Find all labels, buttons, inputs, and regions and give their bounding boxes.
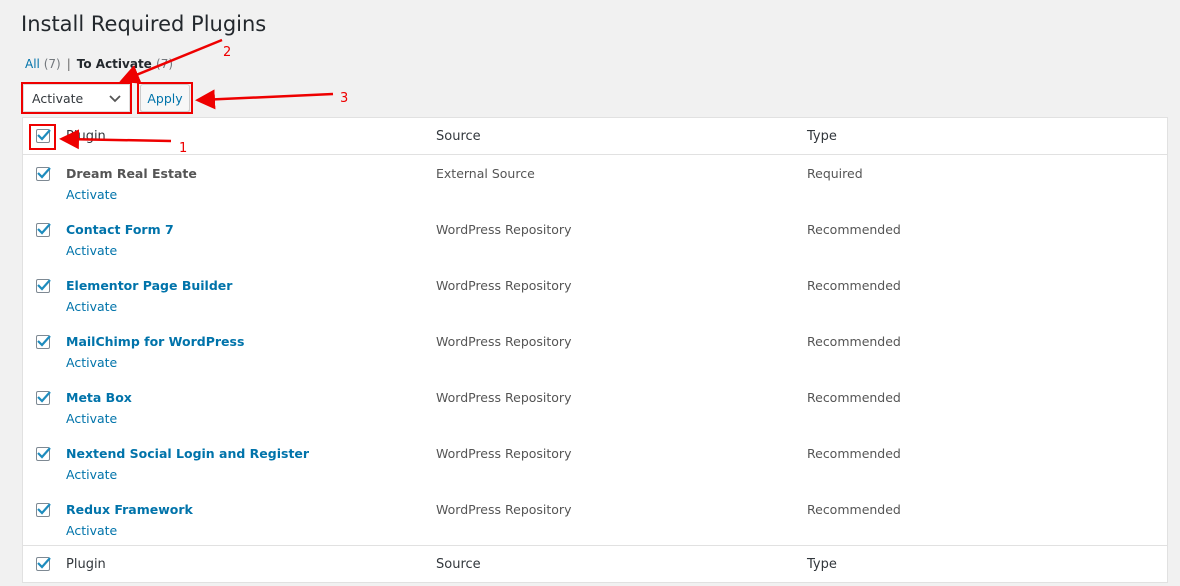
arrow-step-3 <box>195 89 334 110</box>
row-checkbox[interactable] <box>36 279 51 293</box>
highlight-box-bulk-select <box>21 82 132 114</box>
filter-all-label: All <box>25 57 40 71</box>
plugin-name: Dream Real Estate <box>66 166 197 181</box>
plugin-source: WordPress Repository <box>436 446 572 461</box>
table-header-row: Plugin Source Type <box>23 118 1167 155</box>
page-title: Install Required Plugins <box>21 12 267 36</box>
plugins-table: Plugin Source Type Dream Real Estate Acti… <box>22 117 1168 583</box>
plugin-source: WordPress Repository <box>436 390 572 405</box>
column-header-type[interactable]: Type <box>807 129 837 144</box>
plugin-name[interactable]: Elementor Page Builder <box>66 278 232 293</box>
table-row: Meta Box Activate WordPress Repository Reco… <box>23 379 1167 435</box>
column-footer-plugin[interactable]: Plugin <box>66 557 106 572</box>
checkmark-icon <box>37 503 51 515</box>
filter-to-activate-count: (7) <box>156 57 174 71</box>
annotation-step-3: 3 <box>340 91 349 106</box>
activate-link[interactable]: Activate <box>66 187 117 202</box>
plugin-source: WordPress Repository <box>436 334 572 349</box>
filter-separator: | <box>66 57 71 71</box>
row-checkbox[interactable] <box>36 335 51 349</box>
plugin-source: WordPress Repository <box>436 278 572 293</box>
plugin-source: WordPress Repository <box>436 222 572 237</box>
activate-link[interactable]: Activate <box>66 243 117 258</box>
checkmark-icon <box>37 557 51 569</box>
plugin-type: Recommended <box>807 222 901 237</box>
row-checkbox[interactable] <box>36 391 51 405</box>
table-row: Redux Framework Activate WordPress Reposit… <box>23 491 1167 547</box>
row-checkbox[interactable] <box>36 447 51 461</box>
filter-all-count: (7) <box>43 57 61 71</box>
table-footer-row: Plugin Source Type <box>23 545 1167 582</box>
plugin-type: Required <box>807 166 863 181</box>
table-row: Dream Real Estate Activate External Source… <box>23 155 1167 211</box>
plugin-name[interactable]: Meta Box <box>66 390 132 405</box>
plugin-type: Recommended <box>807 334 901 349</box>
column-header-plugin[interactable]: Plugin <box>66 129 106 144</box>
column-header-source[interactable]: Source <box>436 129 481 144</box>
activate-link[interactable]: Activate <box>66 467 117 482</box>
activate-link[interactable]: Activate <box>66 411 117 426</box>
plugin-name[interactable]: Nextend Social Login and Register <box>66 446 309 461</box>
activate-link[interactable]: Activate <box>66 523 117 538</box>
table-row: Contact Form 7 Activate WordPress Reposito… <box>23 211 1167 267</box>
row-checkbox[interactable] <box>36 223 51 237</box>
filter-to-activate[interactable]: To Activate (7) <box>77 57 173 71</box>
checkmark-icon <box>37 447 51 459</box>
filter-all-link[interactable]: All (7) <box>25 57 61 71</box>
filter-to-activate-label: To Activate <box>76 57 152 71</box>
plugin-name[interactable]: Contact Form 7 <box>66 222 174 237</box>
plugin-type: Recommended <box>807 502 901 517</box>
table-row: MailChimp for WordPress Activate WordPress… <box>23 323 1167 379</box>
highlight-box-apply <box>137 82 193 114</box>
checkmark-icon <box>37 391 51 403</box>
row-checkbox[interactable] <box>36 503 51 517</box>
activate-link[interactable]: Activate <box>66 299 117 314</box>
table-row: Nextend Social Login and Register Activat… <box>23 435 1167 491</box>
plugin-source: External Source <box>436 166 535 181</box>
plugin-name[interactable]: Redux Framework <box>66 502 193 517</box>
plugin-type: Recommended <box>807 278 901 293</box>
checkmark-icon <box>37 335 51 347</box>
row-checkbox[interactable] <box>36 167 51 181</box>
plugin-type: Recommended <box>807 446 901 461</box>
annotation-step-1: 1 <box>179 141 188 156</box>
table-row: Elementor Page Builder Activate WordPress … <box>23 267 1167 323</box>
column-footer-source[interactable]: Source <box>436 557 481 572</box>
annotation-step-2: 2 <box>223 45 232 60</box>
activate-link[interactable]: Activate <box>66 355 117 370</box>
plugin-type: Recommended <box>807 390 901 405</box>
column-footer-type[interactable]: Type <box>807 557 837 572</box>
status-filters: All (7) | To Activate (7) <box>25 57 173 71</box>
highlight-box-select-all <box>29 124 56 150</box>
plugin-source: WordPress Repository <box>436 502 572 517</box>
select-all-checkbox-footer[interactable] <box>36 557 51 571</box>
plugin-name[interactable]: MailChimp for WordPress <box>66 334 244 349</box>
checkmark-icon <box>37 223 51 235</box>
checkmark-icon <box>37 279 51 291</box>
checkmark-icon <box>37 167 51 179</box>
